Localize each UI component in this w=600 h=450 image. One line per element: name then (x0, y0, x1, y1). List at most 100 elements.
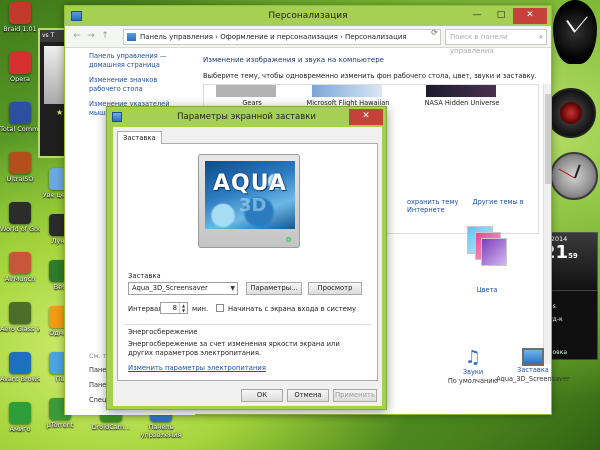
clock-hour-hand (574, 164, 581, 179)
app-icon (9, 202, 31, 224)
color-swatch-icon (481, 238, 507, 266)
analog-clock-gadget[interactable] (550, 152, 598, 200)
desktop-icon-label: World of Goo (0, 226, 40, 233)
desktop-icon[interactable]: Avant Browser (0, 352, 40, 384)
window-titlebar[interactable]: Персонализация — □ ✕ (65, 6, 551, 26)
address-bar[interactable]: Панель управления › Оформление и персона… (123, 29, 441, 45)
chevron-down-icon: ▼ (230, 285, 235, 292)
minimize-button[interactable]: — (465, 8, 489, 24)
minutes-label: мин. (192, 305, 209, 313)
nav-link-control-panel-home[interactable]: Панель управления — домашняя страница (89, 52, 187, 70)
theme-thumbnail-nasa[interactable] (426, 85, 496, 97)
desktop-icon[interactable]: Амиго (0, 402, 40, 434)
screensaver-select[interactable]: Aqua_3D_Screensaver ▼ (128, 282, 238, 295)
control-panel-icon (127, 33, 136, 41)
app-icon (9, 402, 31, 424)
clock-minute-hand (558, 168, 575, 179)
close-button[interactable]: ✕ (513, 8, 547, 24)
cpu-gauge-inner (560, 102, 582, 124)
dialog-body: Заставка AQUA 3D Заставка Aqua_3D_Screen… (113, 127, 382, 406)
desktop-icon-label: UltraISO (6, 176, 34, 183)
app-icon (9, 102, 31, 124)
theme-thumbnail-flight[interactable] (312, 85, 382, 97)
news-line: 15s (545, 303, 595, 310)
screensaver-item[interactable]: Заставка Aqua_3D_Screensaver (493, 348, 573, 383)
desktop-icon[interactable]: World of Goo (0, 202, 40, 234)
desktop-icon-label: Aero Glass w8.1-... (0, 326, 40, 333)
refresh-icon[interactable]: ⟳ (428, 26, 441, 40)
divider (124, 324, 371, 325)
forward-arrow-icon[interactable]: → (85, 31, 97, 43)
logon-checkbox[interactable] (216, 304, 224, 312)
breadcrumb: Панель управления › Оформление и персона… (140, 33, 407, 41)
window-controls: — □ ✕ (465, 8, 547, 24)
energy-heading: Энергосбережение (128, 328, 198, 336)
app-icon (9, 252, 31, 274)
power-settings-link[interactable]: Изменить параметры электропитания (128, 364, 266, 372)
color-label[interactable]: Цвета (465, 286, 509, 294)
app-icon (9, 152, 31, 174)
theme-links: охранить тему Другие темы в Интернете (407, 198, 551, 214)
desktop-icon-label: Avant Browser (0, 376, 40, 383)
vertical-scrollbar[interactable] (543, 84, 551, 364)
screensaver-title: Заставка (517, 366, 549, 374)
desktop-icon[interactable]: UltraISO (0, 152, 40, 184)
search-input[interactable]: Поиск в панели управления ⌕ (445, 29, 547, 55)
dialog-titlebar[interactable]: Параметры экранной заставки ✕ (107, 107, 386, 127)
app-icon (9, 302, 31, 324)
color-tile[interactable] (467, 226, 507, 266)
nav-link-desktop-icons[interactable]: Изменение значков рабочего стола (89, 76, 187, 94)
clock-gadget[interactable] (553, 0, 597, 64)
page-subheading: Выберите тему, чтобы одновременно измени… (203, 72, 537, 80)
desktop-icon-label: DroidCam... (91, 424, 131, 431)
logon-checkbox-label[interactable]: Начинать с экрана входа в систему (228, 305, 356, 313)
cancel-button[interactable]: Отмена (287, 389, 329, 402)
app-icon (9, 52, 31, 74)
tab-panel: AQUA 3D Заставка Aqua_3D_Screensaver ▼ П… (117, 143, 378, 381)
clock-minute-hand (574, 16, 588, 33)
save-theme-link[interactable]: охранить тему (407, 198, 458, 206)
settings-button[interactable]: Параметры... (246, 282, 302, 295)
desktop-icon-label: Амиго (9, 426, 31, 433)
scrollbar-thumb[interactable] (545, 94, 551, 184)
back-arrow-icon[interactable]: ← (71, 31, 83, 43)
desktop-icon[interactable]: Total Commander (0, 102, 40, 134)
desktop-icon[interactable]: Braid 1.01 (0, 2, 40, 34)
desktop-icon-label: Total Commander (0, 126, 40, 133)
news-line: Буд-к (545, 316, 563, 323)
dialog-close-button[interactable]: ✕ (349, 109, 383, 125)
app-icon (9, 2, 31, 24)
preview-logo-text: AQUA (213, 171, 287, 196)
cpu-meter-gadget[interactable] (546, 88, 596, 138)
desktop-icon[interactable]: Opera (0, 52, 40, 84)
calendar-seconds: 59 (568, 252, 578, 260)
window-title: Персонализация (268, 11, 348, 21)
preview-logo-sub: 3D (239, 195, 267, 216)
stepper-arrows-icon[interactable]: ▲ ▼ (179, 303, 187, 313)
preview-monitor: AQUA 3D (198, 154, 300, 248)
desktop-icon[interactable]: Aero Glass w8.1-... (0, 302, 40, 334)
theme-label: NASA Hidden Universe (424, 99, 500, 107)
search-icon: ⌕ (539, 33, 543, 41)
screensaver-label: Заставка (128, 272, 161, 280)
up-arrow-icon[interactable]: ↑ (99, 31, 111, 43)
desktop-icon-label: µTorrent (46, 422, 74, 429)
apply-button[interactable]: Применить (333, 389, 377, 402)
desktop-icon-label: AirMunch (4, 276, 36, 283)
desktop-icon-label: Opera (10, 76, 30, 83)
desktop-icon[interactable]: AirMunch (0, 252, 40, 284)
theme-thumbnail-gears[interactable] (216, 85, 276, 97)
ok-button[interactable]: ОК (241, 389, 283, 402)
energy-description: Энергосбережение за счет изменения яркос… (128, 340, 340, 357)
address-toolbar: ← → ↑ Панель управления › Оформление и п… (65, 26, 551, 55)
preview-button[interactable]: Просмотр (308, 282, 362, 295)
preview-screen: AQUA 3D (205, 161, 295, 229)
desktop-icon-label: Braid 1.01 (3, 26, 37, 33)
page-heading: Изменение изображения и звука на компьют… (203, 56, 384, 64)
interval-stepper[interactable]: 8 ▲ ▼ (160, 302, 188, 314)
dialog-title: Параметры экранной заставки (177, 112, 316, 122)
maximize-button[interactable]: □ (489, 8, 513, 24)
sounds-title: Звуки (462, 368, 484, 376)
power-led-icon (286, 237, 291, 242)
tab-screensaver[interactable]: Заставка (117, 131, 162, 144)
